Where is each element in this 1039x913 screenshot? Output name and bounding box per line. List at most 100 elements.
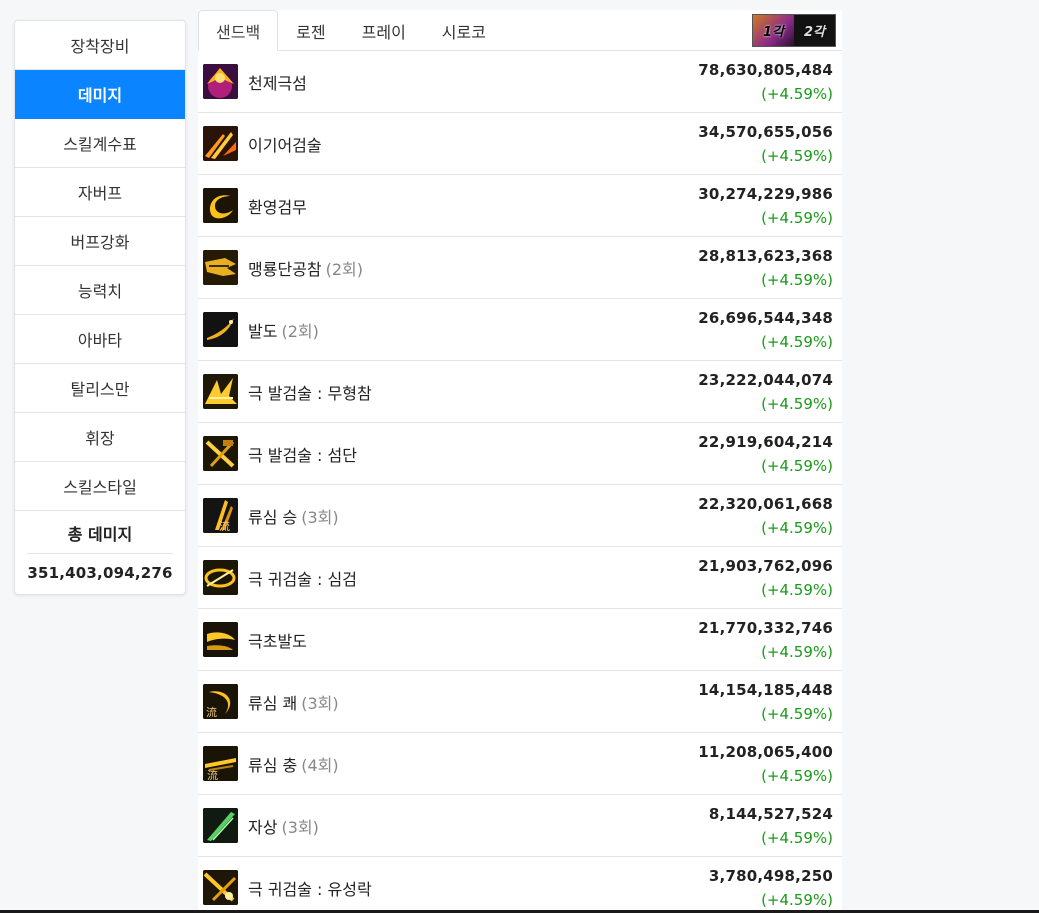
- skill-values: 21,770,332,746 (+4.59%): [698, 616, 833, 664]
- skill-damage-increase: (+4.59%): [761, 766, 833, 785]
- skill-name-text: 발도: [248, 321, 278, 341]
- purple-burst-icon: [203, 64, 238, 99]
- skill-row: 이기어검술 34,570,655,056 (+4.59%): [198, 113, 842, 175]
- skill-damage-increase: (+4.59%): [761, 208, 833, 227]
- skill-damage-list: 천제극섬 78,630,805,484 (+4.59%) 이기어검술 34,570,65…: [198, 51, 842, 913]
- sidebar-nav: 장착장비 데미지 스킬계수표 자버프 버프강화 능력치 아바타 탈리스만 휘장 스킬스타일 총 데…: [14, 20, 186, 595]
- skill-damage-increase: (+4.59%): [761, 332, 833, 351]
- skill-row: 발도 (2회) 26,696,544,348 (+4.59%): [198, 299, 842, 361]
- skill-row: 극 귀검술 : 유성락 3,780,498,250 (+4.59%): [198, 857, 842, 913]
- skill-damage-increase: (+4.59%): [761, 518, 833, 537]
- skill-damage-increase: (+4.59%): [761, 828, 833, 847]
- ryusim-thrust-icon: 流: [203, 746, 238, 781]
- phantom-slash-icon: [203, 188, 238, 223]
- skill-damage-increase: (+4.59%): [761, 704, 833, 723]
- skill-row: 극 발검술 : 무형참 23,222,044,074 (+4.59%): [198, 361, 842, 423]
- skill-damage: 8,144,527,524: [708, 804, 833, 823]
- skill-name: 천제극섬: [248, 70, 698, 94]
- skill-values: 22,320,061,668 (+4.59%): [698, 492, 833, 540]
- skill-name-text: 극 발검술 : 무형참: [248, 383, 372, 403]
- flying-swords-icon: [203, 126, 238, 161]
- skill-damage: 34,570,655,056: [698, 122, 833, 141]
- skill-damage-increase: (+4.59%): [761, 642, 833, 661]
- green-blade-icon: [203, 808, 238, 843]
- total-damage-box: 총 데미지 351,403,094,276: [15, 511, 185, 594]
- skill-values: 26,696,544,348 (+4.59%): [698, 306, 833, 354]
- tab-1[interactable]: 로젠: [278, 10, 343, 51]
- draw-slash-icon: [203, 312, 238, 347]
- sidebar-item-3[interactable]: 자버프: [15, 168, 185, 217]
- skill-damage: 23,222,044,074: [698, 370, 833, 389]
- skill-row: 극 발검술 : 섬단 22,919,604,214 (+4.59%): [198, 423, 842, 485]
- skill-name-text: 극 귀검술 : 심검: [248, 569, 357, 589]
- skill-name-text: 맹룡단공참: [248, 259, 322, 279]
- skill-values: 21,903,762,096 (+4.59%): [698, 554, 833, 602]
- skill-damage: 30,274,229,986: [698, 184, 833, 203]
- skill-name: 류심 승 (3회): [248, 504, 698, 528]
- skill-hit-count: (2회): [281, 321, 319, 341]
- skill-damage: 22,320,061,668: [698, 494, 833, 513]
- sidebar-item-9[interactable]: 스킬스타일: [15, 462, 185, 511]
- skill-damage-increase: (+4.59%): [761, 580, 833, 599]
- skill-name: 자상 (3회): [248, 814, 709, 838]
- skill-values: 78,630,805,484 (+4.59%): [698, 58, 833, 106]
- tab-3[interactable]: 시로코: [424, 10, 504, 51]
- skill-name: 발도 (2회): [248, 318, 698, 342]
- skill-name-text: 류심 승: [248, 507, 298, 527]
- awaken-first-option[interactable]: 1각: [753, 15, 794, 46]
- skill-name-text: 천제극섬: [248, 73, 307, 93]
- skill-row: 환영검무 30,274,229,986 (+4.59%): [198, 175, 842, 237]
- awaken-toggle[interactable]: 1각 2각: [752, 14, 836, 47]
- skill-values: 22,919,604,214 (+4.59%): [698, 430, 833, 478]
- skill-damage-increase: (+4.59%): [761, 270, 833, 289]
- skill-damage: 26,696,544,348: [698, 308, 833, 327]
- skill-row: 流 류심 충 (4회) 11,208,065,400 (+4.59%): [198, 733, 842, 795]
- skill-name: 극 발검술 : 섬단: [248, 442, 698, 466]
- ryusim-swift-icon: 流: [203, 684, 238, 719]
- tab-0[interactable]: 샌드백: [198, 10, 279, 51]
- sidebar-item-0[interactable]: 장착장비: [15, 21, 185, 70]
- ultimate-draw-icon: [203, 622, 238, 657]
- skill-row: 流 류심 승 (3회) 22,320,061,668 (+4.59%): [198, 485, 842, 547]
- skill-damage-increase: (+4.59%): [761, 890, 833, 909]
- dragon-slash-icon: [203, 250, 238, 285]
- skill-hit-count: (2회): [325, 259, 363, 279]
- skill-row: 극초발도 21,770,332,746 (+4.59%): [198, 609, 842, 671]
- sidebar-item-7[interactable]: 탈리스만: [15, 364, 185, 413]
- svg-text:流: 流: [219, 519, 230, 533]
- skill-name-text: 극 귀검술 : 유성락: [248, 879, 372, 899]
- sidebar-item-1[interactable]: 데미지: [15, 70, 185, 119]
- skill-values: 23,222,044,074 (+4.59%): [698, 368, 833, 416]
- skill-row: 流 류심 쾌 (3회) 14,154,185,448 (+4.59%): [198, 671, 842, 733]
- sidebar-item-6[interactable]: 아바타: [15, 315, 185, 364]
- skill-name: 류심 쾌 (3회): [248, 690, 698, 714]
- skill-damage-increase: (+4.59%): [761, 84, 833, 103]
- skill-name: 극 발검술 : 무형참: [248, 380, 698, 404]
- skill-hit-count: (3회): [301, 693, 339, 713]
- skill-name: 극초발도: [248, 628, 698, 652]
- skill-name: 맹룡단공참 (2회): [248, 256, 698, 280]
- meteor-fall-icon: [203, 870, 238, 905]
- skill-row: 맹룡단공참 (2회) 28,813,623,368 (+4.59%): [198, 237, 842, 299]
- skill-values: 28,813,623,368 (+4.59%): [698, 244, 833, 292]
- awaken-second-option[interactable]: 2각: [794, 15, 835, 46]
- skill-name: 이기어검술: [248, 132, 698, 156]
- skill-name-text: 극초발도: [248, 631, 307, 651]
- skill-name-text: 류심 쾌: [248, 693, 298, 713]
- sidebar-item-4[interactable]: 버프강화: [15, 217, 185, 266]
- skill-damage-increase: (+4.59%): [761, 394, 833, 413]
- skill-values: 3,780,498,250 (+4.59%): [709, 864, 833, 912]
- skill-name: 극 귀검술 : 유성락: [248, 876, 709, 900]
- skill-values: 34,570,655,056 (+4.59%): [698, 120, 833, 168]
- total-damage-value: 351,403,094,276: [27, 564, 173, 582]
- sidebar-item-2[interactable]: 스킬계수표: [15, 119, 185, 168]
- skill-name-text: 극 발검술 : 섬단: [248, 445, 357, 465]
- sidebar-item-8[interactable]: 휘장: [15, 413, 185, 462]
- skill-row: 자상 (3회) 8,144,527,524 (+4.59%): [198, 795, 842, 857]
- flash-cut-icon: [203, 436, 238, 471]
- skill-name-text: 환영검무: [248, 197, 307, 217]
- skill-row: 극 귀검술 : 심검 21,903,762,096 (+4.59%): [198, 547, 842, 609]
- skill-name-text: 류심 충: [248, 755, 298, 775]
- sidebar-item-5[interactable]: 능력치: [15, 266, 185, 315]
- tab-2[interactable]: 프레이: [344, 10, 424, 51]
